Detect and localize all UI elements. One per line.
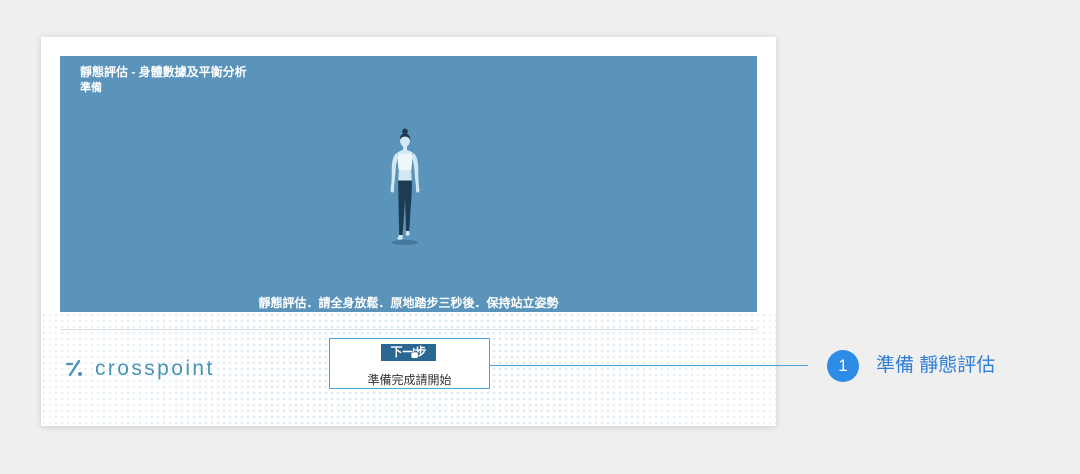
figure-hair-bun <box>402 128 408 135</box>
next-step-button[interactable]: 下一步 <box>381 344 436 361</box>
figure-left-leg <box>398 180 406 235</box>
figure-right-arm <box>411 153 420 189</box>
figure-left-hand <box>390 187 395 193</box>
figure-shadow <box>392 239 418 246</box>
figure-top <box>397 152 413 170</box>
ready-caption: 準備完成請開始 <box>367 373 452 387</box>
figure-midriff <box>398 169 412 181</box>
panel-title: 靜態評估 - 身體數據及平衡分析 <box>80 65 247 79</box>
annotation-label: 準備 靜態評估 <box>876 355 996 376</box>
hand-pointer-icon <box>410 347 419 359</box>
divider <box>60 329 757 330</box>
annotation-connector-line <box>490 365 808 366</box>
annotation-highlight-box: 下一步 準備完成請開始 <box>329 338 490 389</box>
standing-woman-illustration <box>390 128 420 246</box>
figure-left-arm <box>390 153 399 189</box>
panel-subtitle: 準備 <box>80 82 102 94</box>
annotation-number-badge: 1 <box>827 350 859 382</box>
next-step-label: 下一步 <box>390 345 427 359</box>
figure-right-hand <box>415 187 420 193</box>
crosspoint-logo: crosspoint <box>64 355 244 383</box>
assessment-card: 靜態評估 - 身體數據及平衡分析 準備 靜態評估．請全身放鬆．原地踏步三秒後．保… <box>41 37 776 426</box>
crosspoint-logo-icon <box>65 359 82 377</box>
figure-right-foot <box>405 231 410 236</box>
page-background: { "panel": { "title": "靜態評估 - 身體數據及平衡分析"… <box>0 0 1080 474</box>
figure-left-foot <box>397 235 403 240</box>
logo-text: crosspoint <box>95 357 215 380</box>
figure-right-leg <box>404 180 412 231</box>
video-panel: 靜態評估 - 身體數據及平衡分析 準備 靜態評估．請全身放鬆．原地踏步三秒後．保… <box>60 56 757 312</box>
instruction-caption: 靜態評估．請全身放鬆．原地踏步三秒後．保持站立姿勢 <box>258 296 559 310</box>
